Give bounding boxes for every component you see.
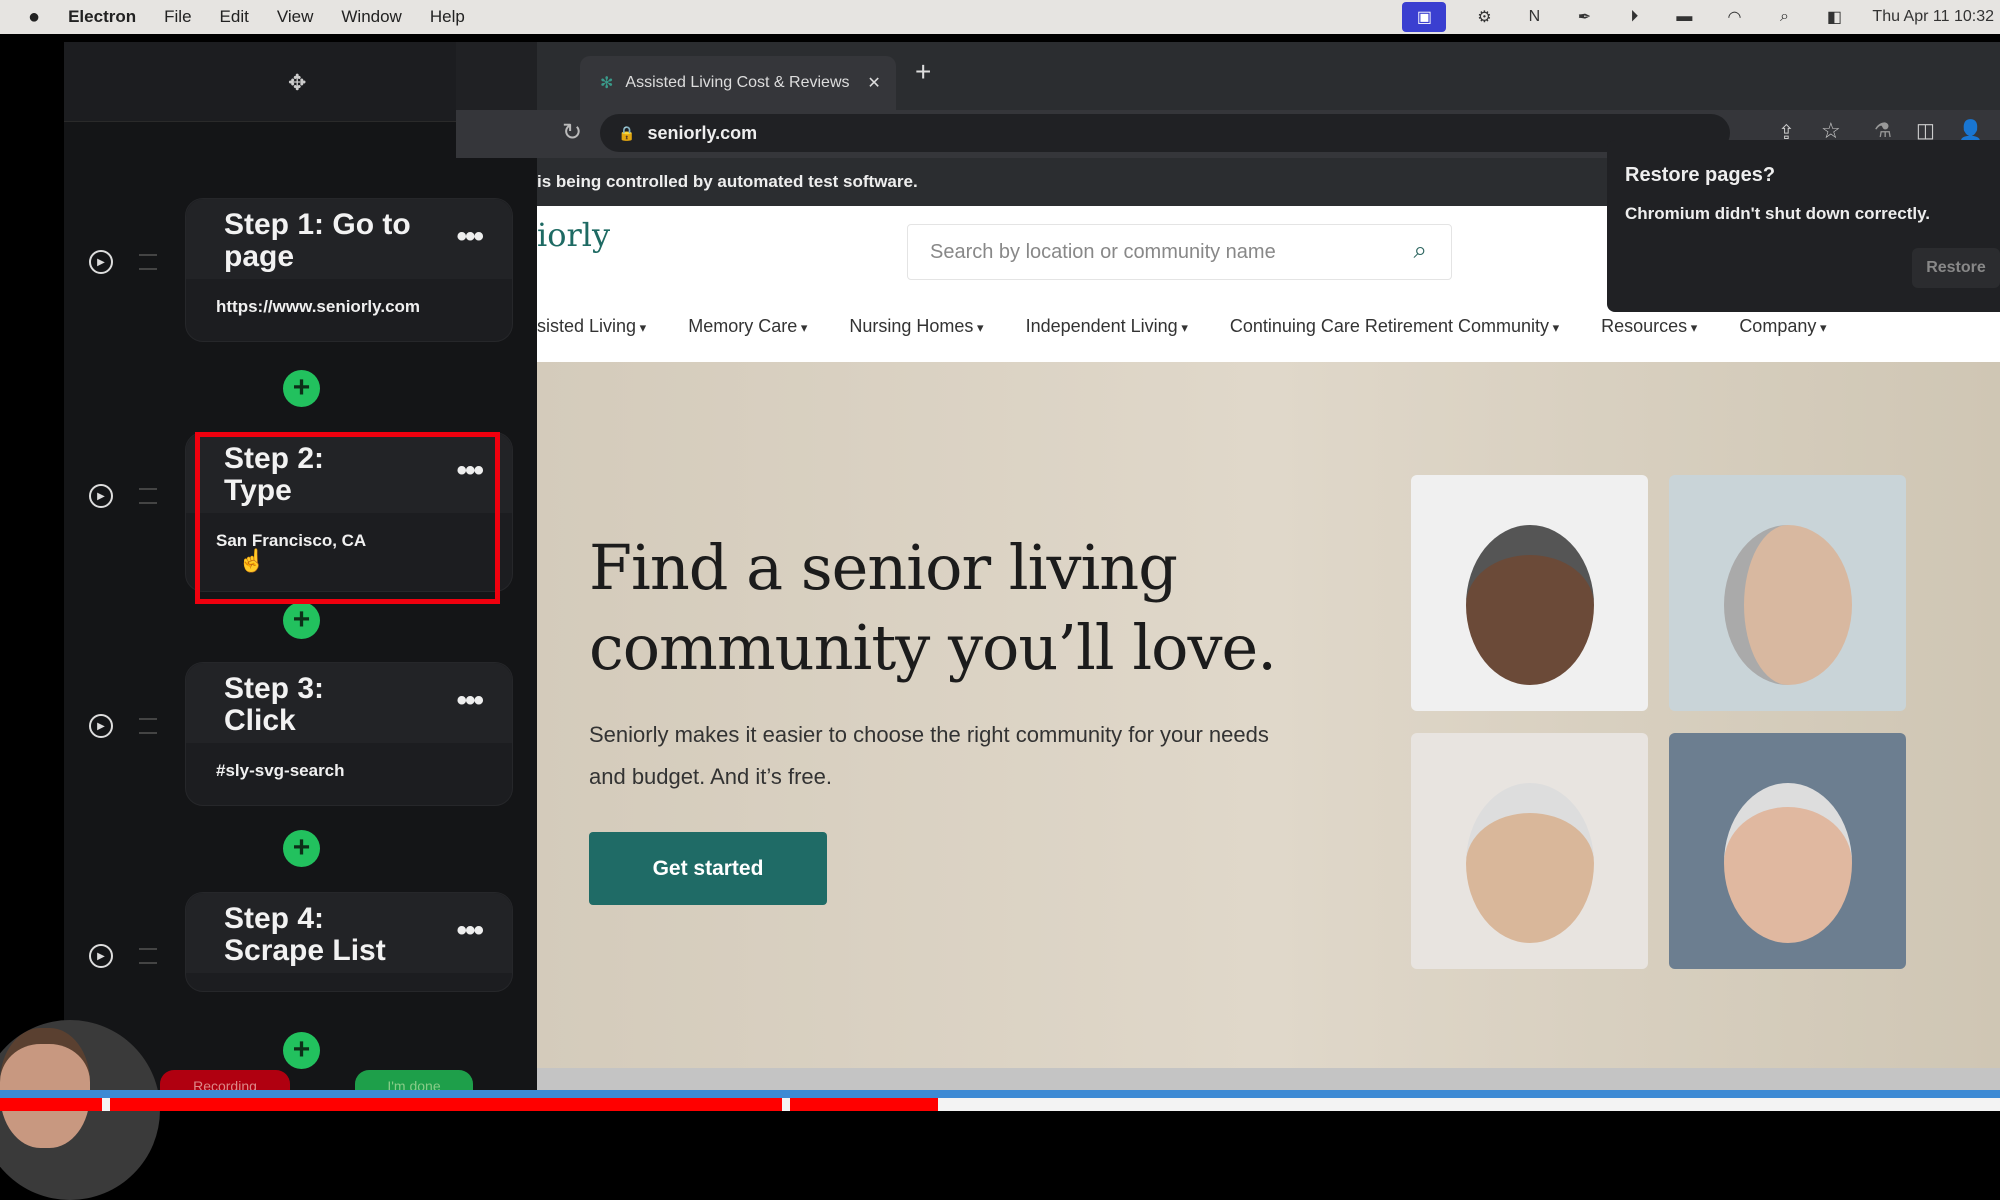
reload-icon[interactable]: ↻ <box>562 118 582 147</box>
close-tab-icon[interactable]: ✕ <box>867 73 880 93</box>
tab-title: Assisted Living Cost & Reviews <box>625 74 850 91</box>
senior-photo <box>1411 475 1648 711</box>
popup-message: Chromium didn't shut down correctly. <box>1625 204 1931 223</box>
step-card[interactable]: Step 1: Go to page ••• https://www.senior… <box>185 198 513 342</box>
step-card[interactable]: Step 4: Scrape List ••• <box>185 892 513 992</box>
add-step-button[interactable]: + <box>283 370 320 407</box>
seniorly-logo[interactable]: iorly <box>537 216 610 254</box>
step-value: #sly-svg-search <box>216 761 345 780</box>
clock: Thu Apr 11 10:32 <box>1872 8 1994 25</box>
popup-title: Restore pages? <box>1625 164 1776 186</box>
page-footer-strip <box>537 1068 2000 1090</box>
screen-share-icon[interactable]: ▣ <box>1402 2 1447 32</box>
new-tab-button[interactable]: + <box>915 56 931 88</box>
step-title: Step 4: Scrape List ••• <box>186 893 512 973</box>
drag-handle-icon[interactable] <box>139 718 157 734</box>
highlight-box <box>195 432 500 604</box>
nav-assisted-living[interactable]: sisted Living <box>537 316 646 362</box>
add-step-button[interactable]: + <box>283 830 320 867</box>
senior-photo <box>1669 733 1906 969</box>
add-step-button[interactable]: + <box>283 1032 320 1069</box>
main-nav: sisted Living Memory Care Nursing Homes … <box>537 316 2000 362</box>
hero-headline: Find a senior living community you’ll lo… <box>589 531 1277 684</box>
senior-photo <box>1669 475 1906 711</box>
search-icon[interactable]: ⌕ <box>1414 237 1427 265</box>
wifi-icon[interactable]: ◠ <box>1722 7 1746 27</box>
nav-ccrc[interactable]: Continuing Care Retirement Community <box>1230 316 1559 362</box>
senior-photo <box>1411 733 1648 969</box>
battery-icon[interactable]: ▬ <box>1672 7 1696 27</box>
webpage: iorly Search by location or community na… <box>537 206 2000 1086</box>
status-tray: ▣ ⚙ N ✒ ⏵ ▬ ◠ ⌕ ◧ Thu Apr 11 10:32 <box>1402 0 2000 34</box>
lock-icon: 🔒 <box>618 124 636 141</box>
nav-company[interactable]: Company <box>1739 316 1826 362</box>
step-card[interactable]: Step 3: Click ••• #sly-svg-search <box>185 662 513 806</box>
nav-nursing-homes[interactable]: Nursing Homes <box>849 316 983 362</box>
run-step-icon[interactable]: ▶ <box>89 944 113 968</box>
mouse-cursor-icon: ☝ <box>238 548 266 573</box>
pen-icon[interactable]: ✒ <box>1572 7 1596 27</box>
favicon-icon: ✻ <box>600 75 614 92</box>
control-center-icon[interactable]: ◧ <box>1822 7 1846 27</box>
step-title: Step 3: Click ••• <box>186 663 512 743</box>
run-step-icon[interactable]: ▶ <box>89 250 113 274</box>
step-value: https://www.seniorly.com <box>216 297 421 316</box>
restore-pages-popup: Restore pages? Chromium didn't shut down… <box>1607 140 2000 312</box>
get-started-button[interactable]: Get started <box>589 832 827 905</box>
url-text: seniorly.com <box>647 122 758 143</box>
gear-icon[interactable]: ⚙ <box>1472 7 1496 27</box>
restore-button[interactable]: Restore <box>1912 248 2000 288</box>
hero-section: Find a senior living community you’ll lo… <box>537 362 2000 1070</box>
address-bar[interactable]: 🔒 seniorly.com <box>600 114 1730 152</box>
drag-handle-icon[interactable] <box>139 948 157 964</box>
notion-icon[interactable]: N <box>1522 7 1546 27</box>
nav-resources[interactable]: Resources <box>1601 316 1697 362</box>
search-placeholder: Search by location or community name <box>930 240 1276 263</box>
video-progress-bar[interactable] <box>0 1098 2000 1111</box>
more-options-icon[interactable]: ••• <box>456 685 483 717</box>
drag-handle-icon[interactable] <box>139 254 157 270</box>
nav-memory-care[interactable]: Memory Care <box>688 316 807 362</box>
search-input[interactable]: Search by location or community name ⌕ <box>907 224 1452 280</box>
nav-independent-living[interactable]: Independent Living <box>1026 316 1188 362</box>
step-title: Step 1: Go to page ••• <box>186 199 512 279</box>
browser-tab[interactable]: ✻ Assisted Living Cost & Reviews ✕ <box>580 56 896 110</box>
add-step-button[interactable]: + <box>283 602 320 639</box>
search-icon[interactable]: ⌕ <box>1772 7 1796 27</box>
more-options-icon[interactable]: ••• <box>456 221 483 253</box>
run-step-icon[interactable]: ▶ <box>89 714 113 738</box>
drag-handle-icon[interactable] <box>139 488 157 504</box>
apple-icon[interactable]: ● <box>28 6 40 29</box>
hero-subtext: Seniorly makes it easier to choose the r… <box>589 722 1269 789</box>
window-controls <box>456 42 537 110</box>
play-icon[interactable]: ⏵ <box>1622 7 1646 27</box>
more-options-icon[interactable]: ••• <box>456 915 483 947</box>
video-progress-track[interactable] <box>0 1090 2000 1098</box>
run-step-icon[interactable]: ▶ <box>89 484 113 508</box>
infobar-text: is being controlled by automated test so… <box>537 172 918 191</box>
